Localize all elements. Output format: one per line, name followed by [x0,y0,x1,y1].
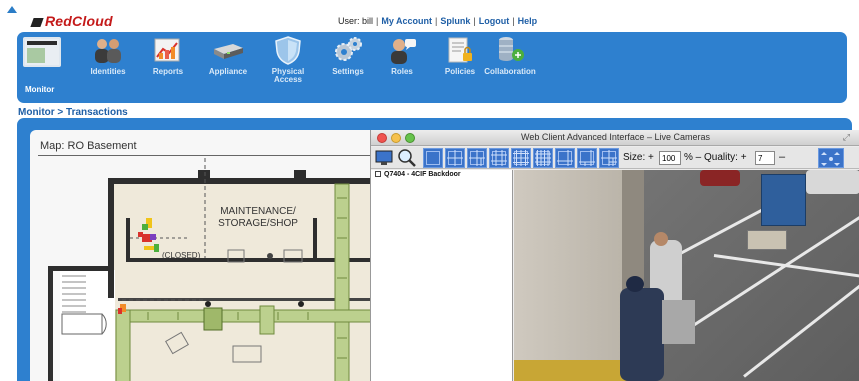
resize-icon[interactable]: ⤢ [843,132,850,143]
camera-toolbar: Size: + % – Quality: + – [371,147,859,169]
layout-1x1-button[interactable] [423,148,443,168]
camera-name: Q7404 - 4CIF Backdoor [384,171,461,178]
gear-icon [331,35,365,65]
privacy-mask [662,300,695,344]
parked-car [700,170,740,186]
nav-item-label: Settings [332,67,364,76]
camera-list: Q7404 - 4CIF Backdoor [371,170,513,381]
identities-icon [91,35,125,65]
help-link[interactable]: Help [518,16,538,26]
nav-item-label: Physical Access [271,67,305,84]
shield-icon [271,35,305,65]
map-title: Map: RO Basement [40,140,137,152]
layout-1-plus-5-button[interactable] [555,148,575,168]
brand-name: RedCloud [45,13,113,29]
ptz-control-icon[interactable] [818,148,844,168]
reports-icon [151,35,185,65]
policies-icon [443,35,477,65]
camera-video-feed[interactable] [514,170,859,381]
user-links: User: bill | My Account | Splunk | Logout | Help [338,16,538,26]
layout-2-plus-8-button[interactable] [599,148,619,168]
floor-plan[interactable]: MAINTENANCE/ STORAGE/SHOP (CLOSED) [38,158,373,381]
room-label: MAINTENANCE/ STORAGE/SHOP [218,206,298,229]
nav-item-identities[interactable]: Identities [77,35,139,101]
nav-item-reports[interactable]: Reports [137,35,199,101]
app-root: RedCloud User: bill | My Account | Splunk | Lo… [0,0,859,381]
brand-mark-icon [30,18,44,27]
my-account-link[interactable]: My Account [381,16,432,26]
pallet [747,230,787,250]
nav-item-appliance[interactable]: Appliance [197,35,259,101]
layout-3x3-button[interactable] [489,148,509,168]
layout-5x5-button[interactable] [533,148,553,168]
nav-item-monitor[interactable]: Monitor [17,35,77,101]
nav-item-label: Collaboration [484,67,536,76]
map-title-divider [38,155,373,156]
parked-car [806,170,859,194]
camera-list-item[interactable]: Q7404 - 4CIF Backdoor [375,171,461,178]
breadcrumb: Monitor > Transactions [18,107,128,118]
nav-item-settings[interactable]: Settings [317,35,379,101]
roles-icon [385,35,419,65]
quality-input[interactable] [755,151,775,165]
nav-item-physical-access[interactable]: Physical Access [257,35,319,101]
splunk-link[interactable]: Splunk [440,16,470,26]
top-bar: RedCloud User: bill | My Account | Splunk | Lo… [0,0,859,30]
monitor-view-button[interactable] [374,148,394,168]
dumpster [761,174,806,226]
nav-item-label: Roles [391,67,413,76]
collaboration-icon [493,35,527,65]
nav-item-collaboration[interactable]: Collaboration [479,35,541,101]
size-label: Size: + [623,152,654,163]
quality-minus-button[interactable]: – [779,151,785,163]
person-figure [620,288,664,381]
nav-item-label: Appliance [208,67,248,76]
user-label: User: bill [338,16,374,26]
nav-item-label: Reports [152,67,184,76]
logout-link[interactable]: Logout [479,16,510,26]
nav-item-label: Identities [90,67,126,76]
layout-2x2-alt-button[interactable] [467,148,487,168]
closed-label: (CLOSED) [162,251,201,260]
live-cameras-window: Web Client Advanced Interface – Live Cam… [370,130,859,381]
nav-item-roles[interactable]: Roles [371,35,433,101]
layout-2x2-button[interactable] [445,148,465,168]
window-title: Web Client Advanced Interface – Live Cam… [521,132,710,142]
layout-1-plus-7-button[interactable] [577,148,597,168]
collapse-arrow-icon[interactable] [7,6,17,13]
size-input[interactable] [659,151,681,165]
brand-logo: RedCloud [30,13,113,29]
floor-plan-drawing [48,158,373,381]
layout-4x4-button[interactable] [511,148,531,168]
appliance-icon [211,35,245,65]
magnifier-icon[interactable] [397,148,417,168]
main-nav: Monitor Identities Reports Appliance Phy… [17,32,847,103]
quality-label: % – Quality: + [684,152,747,163]
nav-item-label: Monitor [25,85,55,94]
window-titlebar[interactable]: Web Client Advanced Interface – Live Cam… [371,130,859,146]
monitor-icon [23,37,61,67]
camera-checkbox[interactable] [375,171,381,177]
